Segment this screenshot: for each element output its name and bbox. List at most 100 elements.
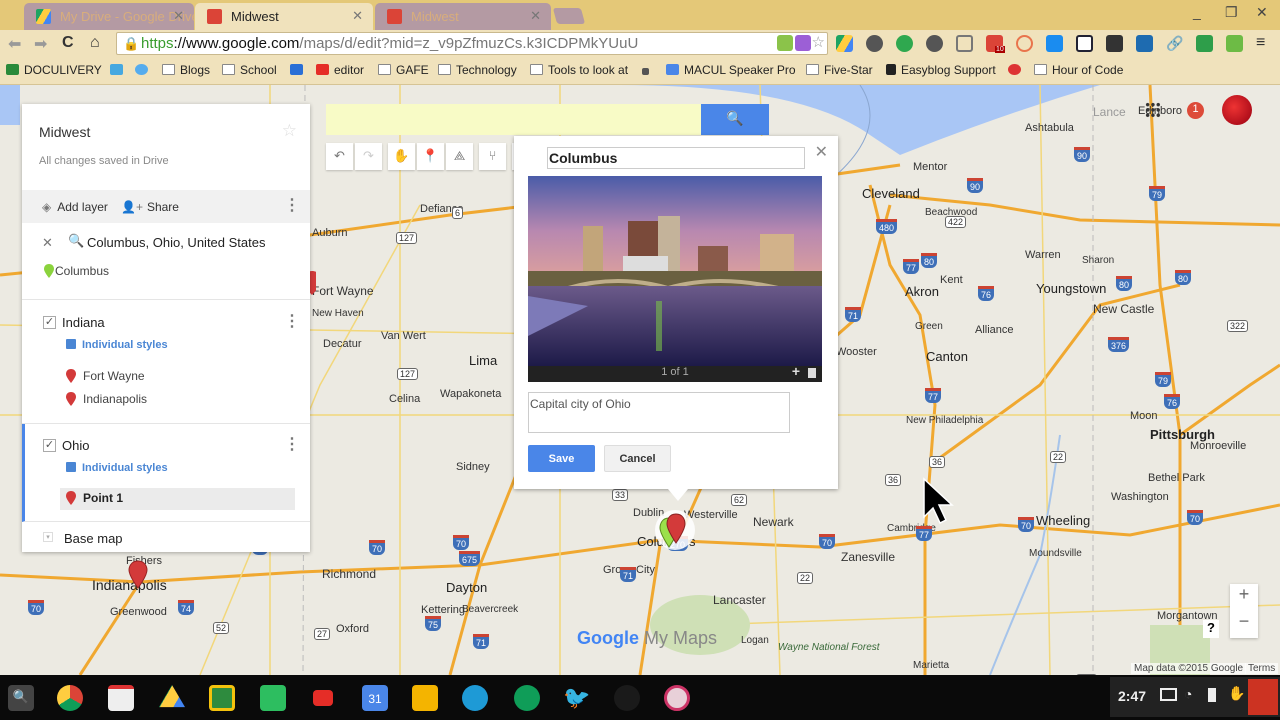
layer-checkbox[interactable]: ✓	[43, 439, 56, 452]
close-search-icon[interactable]: ✕	[42, 235, 53, 251]
close-tab-icon[interactable]: ✕	[530, 8, 541, 24]
chrome-icon[interactable]	[57, 685, 83, 711]
map-search-input[interactable]	[326, 104, 702, 135]
search-button[interactable]: 🔍	[701, 104, 769, 135]
back-icon[interactable]: ⬅	[8, 34, 21, 54]
minimize-icon[interactable]: _	[1193, 4, 1201, 20]
calendar-icon[interactable]: 31	[362, 685, 388, 711]
forward-icon[interactable]: ➡	[34, 34, 47, 54]
individual-styles-link[interactable]: Individual styles	[66, 339, 168, 351]
address-bar[interactable]: 🔒 https://www.google.com/maps/d/edit?mid…	[116, 32, 828, 55]
expand-icon[interactable]: ▾	[43, 532, 53, 542]
place-fort-wayne[interactable]: Fort Wayne	[66, 369, 145, 383]
base-map-section[interactable]: ▾ Base map	[22, 522, 310, 552]
add-photo-icon[interactable]: +	[792, 363, 800, 379]
extension-icon[interactable]	[1046, 35, 1063, 52]
add-marker-button[interactable]: 📍	[417, 143, 444, 170]
zoom-in-button[interactable]: +	[1230, 584, 1258, 611]
add-layer-button[interactable]: ◈ Add layer	[42, 200, 108, 214]
undo-button[interactable]: ↶	[326, 143, 353, 170]
delete-photo-icon[interactable]	[808, 368, 816, 378]
close-window-icon[interactable]: ✕	[1256, 4, 1268, 21]
layer-options-icon[interactable]: ⋮	[284, 437, 300, 453]
bookmark-twitter[interactable]	[135, 63, 153, 77]
close-tab-icon[interactable]: ✕	[352, 8, 363, 24]
tab-midwest-active[interactable]: Midwest ✕	[195, 3, 373, 30]
camera-app-icon[interactable]	[664, 685, 690, 711]
bookmark-tools[interactable]: Tools to look at	[530, 63, 628, 77]
extension-icon[interactable]	[1136, 35, 1153, 52]
help-icon[interactable]: ?	[1203, 620, 1219, 638]
bookmark-school[interactable]: School	[222, 63, 277, 77]
bookmark-five-star[interactable]: Five-Star	[806, 63, 873, 77]
cancel-button[interactable]: Cancel	[604, 445, 671, 472]
classroom-icon[interactable]	[209, 685, 235, 711]
apps-grid-icon[interactable]	[1145, 102, 1161, 118]
bookmark-technology[interactable]: Technology	[438, 63, 517, 77]
zoom-out-button[interactable]: −	[1230, 611, 1258, 638]
restore-icon[interactable]: ❐	[1225, 4, 1238, 21]
star-icon[interactable]: ☆	[282, 121, 297, 141]
dark-app-icon[interactable]	[614, 685, 640, 711]
print-extension-icon[interactable]	[1226, 35, 1243, 52]
individual-styles-link[interactable]: Individual styles	[66, 462, 168, 474]
pocket-extension-icon[interactable]	[926, 35, 943, 52]
more-options-icon[interactable]: ⋮	[284, 198, 300, 214]
bookmark-doculivery[interactable]: DOCULIVERY	[6, 63, 102, 77]
layer-options-icon[interactable]: ⋮	[284, 314, 300, 330]
extension-icon[interactable]	[1076, 35, 1093, 52]
place-title-input[interactable]: Columbus	[547, 147, 805, 169]
extension-icon[interactable]	[1106, 35, 1123, 52]
extension-icon[interactable]	[777, 35, 793, 51]
bookmark-red-app[interactable]	[1008, 63, 1026, 77]
hangouts-extension-icon[interactable]	[896, 35, 913, 52]
launcher-search-icon[interactable]: 🔍	[8, 685, 34, 711]
link-extension-icon[interactable]: 🔗	[1166, 35, 1183, 52]
pan-hand-button[interactable]: ✋	[388, 143, 415, 170]
description-textarea[interactable]: Capital city of Ohio	[528, 392, 790, 433]
twitter-icon[interactable]: 🐦	[563, 685, 590, 711]
layer-checkbox[interactable]: ✓	[43, 316, 56, 329]
bookmark-star-icon[interactable]: ☆	[812, 33, 825, 51]
files-icon[interactable]	[462, 685, 488, 711]
bookmark-easyblog[interactable]: Easyblog Support	[886, 63, 996, 77]
terms-link[interactable]: Terms	[1245, 663, 1279, 674]
extension-icon[interactable]	[1016, 35, 1033, 52]
tab-midwest[interactable]: Midwest ✕	[375, 3, 551, 30]
menu-icon[interactable]: ≡	[1256, 34, 1265, 52]
bookmark-hour-of-code[interactable]: Hour of Code	[1034, 63, 1123, 77]
place-point-1[interactable]: Point 1	[60, 488, 295, 510]
redo-button[interactable]: ↷	[355, 143, 382, 170]
youtube-icon[interactable]	[313, 690, 333, 706]
close-infowindow-icon[interactable]: ✕	[815, 142, 828, 162]
layer-name[interactable]: Indiana	[62, 315, 105, 330]
draw-line-button[interactable]: ⟁	[446, 143, 473, 170]
extension-icon[interactable]	[795, 35, 811, 51]
bookmark-gafe[interactable]: GAFE	[378, 63, 429, 77]
map-title[interactable]: Midwest	[39, 124, 90, 140]
bookmark-macul[interactable]: MACUL Speaker Pro	[666, 63, 796, 77]
map-marker-indianapolis[interactable]	[128, 560, 148, 590]
hangouts-icon[interactable]	[514, 685, 540, 711]
directions-button[interactable]: ⑂	[479, 143, 506, 170]
home-icon[interactable]: ⌂	[90, 34, 100, 52]
new-tab-button[interactable]	[552, 8, 586, 24]
user-avatar[interactable]	[1222, 95, 1252, 125]
gmail-icon[interactable]	[108, 685, 134, 711]
place-indianapolis[interactable]: Indianapolis	[66, 392, 147, 406]
bookmark-four[interactable]	[290, 63, 308, 77]
search-result-item[interactable]: Columbus	[44, 262, 109, 280]
notifications-badge[interactable]: 1	[1187, 102, 1204, 119]
map-marker-point-1[interactable]	[666, 513, 686, 545]
system-tray[interactable]: 2:47 ◔ ✋	[1110, 677, 1280, 717]
google-drive-extension-icon[interactable]	[836, 35, 853, 52]
keep-icon[interactable]	[412, 685, 438, 711]
drive-icon[interactable]	[159, 685, 185, 708]
classroom-extension-icon[interactable]	[1196, 35, 1213, 52]
cast-icon[interactable]	[956, 35, 973, 52]
bookmark-blogs[interactable]: Blogs	[162, 63, 210, 77]
bookmark-editor[interactable]: editor	[316, 63, 364, 77]
place-photo[interactable]: 1 of 1 +	[528, 176, 822, 382]
evernote-extension-icon[interactable]	[866, 35, 883, 52]
layer-name[interactable]: Ohio	[62, 438, 89, 453]
